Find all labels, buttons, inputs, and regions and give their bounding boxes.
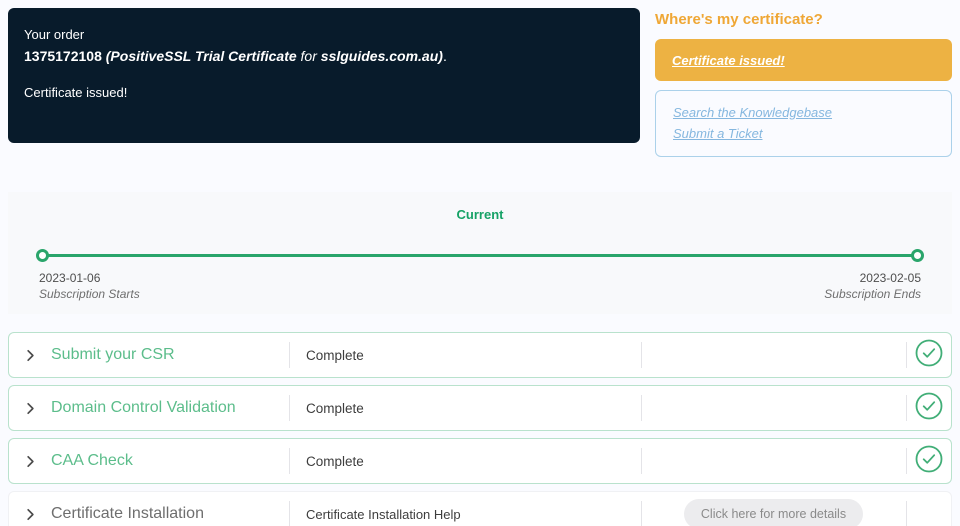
step-status: Complete — [289, 386, 641, 430]
timeline-start-date: 2023-01-06 — [39, 271, 101, 285]
order-summary-box: Your order 1375172108 (PositiveSSL Trial… — [8, 8, 640, 143]
order-product: (PositiveSSL Trial Certificate — [105, 48, 297, 64]
step-status: Certificate Installation Help — [289, 492, 641, 526]
subscription-timeline: Current 2023-01-06 Subscription Starts 2… — [8, 192, 952, 314]
chevron-right-icon[interactable] — [23, 348, 38, 363]
order-label: Your order — [24, 27, 85, 42]
check-circle-icon — [915, 445, 943, 478]
order-for: for — [300, 48, 317, 64]
timeline-line — [42, 254, 918, 257]
timeline-dates: 2023-01-06 Subscription Starts 2023-02-0… — [39, 271, 921, 301]
certificate-issued-button-label: Certificate issued! — [672, 52, 785, 68]
step-status: Complete — [289, 439, 641, 483]
step-row-submit-csr[interactable]: Submit your CSR Complete — [8, 332, 952, 378]
timeline-start-dot — [36, 249, 49, 262]
timeline-end-date: 2023-02-05 — [859, 271, 921, 285]
timeline-current-label: Current — [456, 207, 504, 222]
step-title: Domain Control Validation — [51, 399, 236, 416]
step-row-caa-check[interactable]: CAA Check Complete — [8, 438, 952, 484]
order-domain: sslguides.com.au) — [320, 48, 443, 64]
chevron-right-icon[interactable] — [23, 507, 38, 522]
check-circle-icon — [915, 392, 943, 425]
timeline-end-label: Subscription Ends — [824, 287, 921, 301]
order-status-text: Certificate issued! — [24, 84, 128, 100]
step-status: Complete — [289, 333, 641, 377]
certificate-panel: Where's my certificate? Certificate issu… — [655, 8, 956, 157]
step-action-cell — [641, 386, 906, 430]
more-details-button[interactable]: Click here for more details — [683, 499, 864, 526]
step-action-cell — [641, 439, 906, 483]
step-row-domain-control-validation[interactable]: Domain Control Validation Complete — [8, 385, 952, 431]
step-title: Certificate Installation — [51, 505, 204, 522]
timeline-start: 2023-01-06 Subscription Starts — [39, 271, 140, 301]
search-knowledgebase-link[interactable]: Search the Knowledgebase — [673, 105, 832, 120]
order-period: . — [442, 48, 447, 64]
step-list: Submit your CSR Complete Domain Control … — [8, 332, 952, 526]
help-links-box: Search the Knowledgebase Submit a Ticket — [655, 90, 952, 157]
timeline-start-label: Subscription Starts — [39, 287, 140, 301]
step-row-certificate-installation[interactable]: Certificate Installation Certificate Ins… — [8, 491, 952, 526]
timeline-end: 2023-02-05 Subscription Ends — [824, 271, 921, 301]
order-id: 1375172108 — [24, 48, 102, 64]
step-title: Submit your CSR — [51, 346, 175, 363]
order-line: 1375172108 (PositiveSSL Trial Certificat… — [24, 47, 624, 66]
check-circle-icon — [915, 339, 943, 372]
submit-ticket-link[interactable]: Submit a Ticket — [673, 126, 762, 141]
step-title: CAA Check — [51, 452, 133, 469]
certificate-panel-heading: Where's my certificate? — [655, 11, 823, 28]
step-action-cell — [641, 333, 906, 377]
top-section: Your order 1375172108 (PositiveSSL Trial… — [0, 0, 960, 157]
chevron-right-icon[interactable] — [23, 454, 38, 469]
chevron-right-icon[interactable] — [23, 401, 38, 416]
timeline-track — [36, 249, 924, 262]
certificate-issued-button[interactable]: Certificate issued! — [655, 39, 952, 81]
timeline-end-dot — [911, 249, 924, 262]
